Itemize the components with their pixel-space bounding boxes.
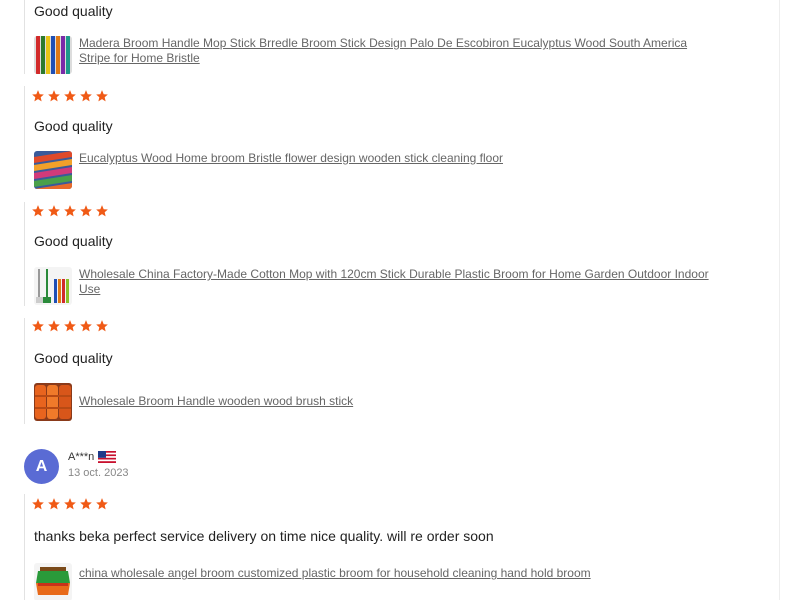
review-text: Good quality <box>34 233 113 249</box>
star-rating <box>31 319 109 335</box>
us-flag-icon <box>98 451 117 463</box>
review-text: thanks beka perfect service delivery on … <box>34 528 494 544</box>
review-item: Good quality Eucalyptus Wood Home broom … <box>24 86 765 190</box>
review-product[interactable]: Wholesale China Factory-Made Cotton Mop … <box>34 267 719 305</box>
star-icon <box>64 498 76 510</box>
star-icon <box>32 90 44 102</box>
product-thumbnail[interactable] <box>34 267 72 305</box>
review-item: Good quality Wholesale Broom Handle wood… <box>24 318 765 424</box>
star-icon <box>48 320 60 332</box>
product-thumbnail[interactable] <box>34 151 72 189</box>
star-icon <box>64 90 76 102</box>
reviews-page: Good quality Madera Broom Handle Mop Sti… <box>0 0 800 600</box>
review-date: 13 oct. 2023 <box>68 467 129 479</box>
star-icon <box>32 205 44 217</box>
review-text: Good quality <box>34 118 113 134</box>
review-item: Good quality Madera Broom Handle Mop Sti… <box>24 0 765 74</box>
product-thumbnail[interactable] <box>34 383 72 421</box>
star-icon <box>32 498 44 510</box>
star-icon <box>80 205 92 217</box>
review-product[interactable]: Eucalyptus Wood Home broom Bristle flowe… <box>34 151 719 189</box>
star-rating <box>31 497 109 513</box>
star-icon <box>96 320 108 332</box>
star-rating <box>31 204 109 220</box>
product-thumbnail[interactable] <box>34 36 72 74</box>
star-icon <box>96 498 108 510</box>
star-icon <box>80 498 92 510</box>
star-icon <box>48 90 60 102</box>
review-text: Good quality <box>34 3 113 19</box>
review-text: Good quality <box>34 350 113 366</box>
review-product[interactable]: Madera Broom Handle Mop Stick Brredle Br… <box>34 36 719 74</box>
star-icon <box>96 90 108 102</box>
star-icon <box>64 320 76 332</box>
review-item: Good quality Wholesale China Factory-Mad… <box>24 202 765 306</box>
product-link[interactable]: Madera Broom Handle Mop Stick Brredle Br… <box>79 36 719 66</box>
review-product[interactable]: Wholesale Broom Handle wooden wood brush… <box>34 383 719 421</box>
star-icon <box>96 205 108 217</box>
star-icon <box>32 320 44 332</box>
review-item: thanks beka perfect service delivery on … <box>24 494 765 600</box>
avatar: A <box>24 449 59 484</box>
product-link[interactable]: Wholesale Broom Handle wooden wood brush… <box>79 394 719 409</box>
content-border <box>779 0 780 600</box>
product-link[interactable]: Eucalyptus Wood Home broom Bristle flowe… <box>79 151 719 166</box>
product-thumbnail[interactable] <box>34 563 72 600</box>
star-icon <box>48 205 60 217</box>
reviewer-name-text: A***n <box>68 451 95 463</box>
product-link[interactable]: china wholesale angel broom customized p… <box>79 566 719 581</box>
star-icon <box>64 205 76 217</box>
star-rating <box>31 89 109 105</box>
product-link[interactable]: Wholesale China Factory-Made Cotton Mop … <box>79 267 719 297</box>
star-icon <box>80 320 92 332</box>
reviewer-name: A***n <box>68 451 117 463</box>
review-product[interactable]: china wholesale angel broom customized p… <box>34 563 719 600</box>
star-icon <box>80 90 92 102</box>
star-icon <box>48 498 60 510</box>
